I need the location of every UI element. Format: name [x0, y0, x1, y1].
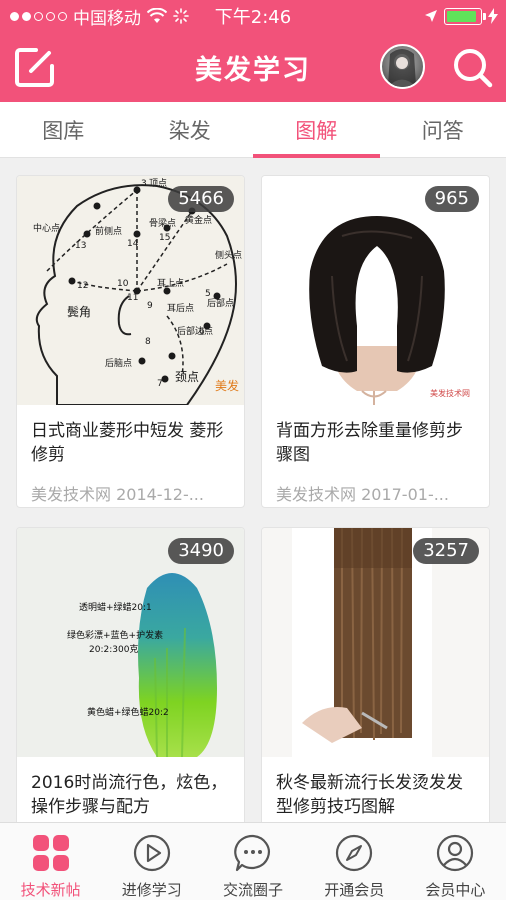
tab-gallery[interactable]: 图库: [0, 102, 127, 157]
view-count-badge: 5466: [168, 186, 234, 212]
carrier-label: 中国移动: [73, 8, 141, 29]
svg-text:耳上点: 耳上点: [157, 278, 184, 289]
svg-text:绿色彩漂+蓝色+护发素: 绿色彩漂+蓝色+护发素: [67, 629, 163, 641]
tab-hair-coloring[interactable]: 染发: [127, 102, 254, 157]
svg-text:中心点: 中心点: [33, 222, 60, 234]
svg-text:耳后点: 耳后点: [167, 303, 194, 314]
compass-icon: [336, 834, 373, 872]
svg-text:13: 13: [75, 241, 86, 251]
battery-icon: [444, 7, 486, 25]
nav-bar: 美发学习: [0, 32, 506, 102]
card-title: 背面方形去除重量修剪步骤图: [276, 421, 463, 465]
svg-text:侧头点: 侧头点: [215, 249, 242, 261]
svg-text:7: 7: [157, 379, 163, 389]
article-card[interactable]: 3257 秋冬最新流行长发烫发发型修剪技巧图解: [261, 527, 490, 822]
svg-text:黄金点: 黄金点: [185, 214, 212, 226]
chat-icon: [234, 834, 270, 872]
tab-qa[interactable]: 问答: [380, 102, 506, 157]
card-title: 秋冬最新流行长发烫发发型修剪技巧图解: [276, 773, 463, 817]
article-card[interactable]: 透明蜡+绿蜡20:1 绿色彩漂+蓝色+护发素 20:2:300克 黄色蜡+绿色蜡…: [16, 527, 245, 822]
category-tabs: 图库 染发 图解 问答: [0, 102, 506, 158]
svg-text:美发: 美发: [215, 378, 239, 393]
svg-text:骨梁点: 骨梁点: [149, 217, 176, 229]
article-card[interactable]: 3 顶点 中心点 13 黄金点 前侧点 14 骨梁点 15 侧头点 12 10 …: [16, 175, 245, 508]
svg-text:顶点: 顶点: [149, 178, 167, 189]
view-count-badge: 3490: [168, 538, 234, 564]
play-icon: [133, 834, 170, 872]
card-meta: 美发技术网 2014-12-...: [31, 485, 204, 504]
user-icon: [437, 834, 474, 872]
svg-text:10: 10: [117, 279, 129, 289]
svg-text:黄色蜡+绿色蜡20:2: 黄色蜡+绿色蜡20:2: [87, 706, 169, 718]
wifi-icon: [147, 8, 167, 23]
card-image: 美发技术网 965: [262, 176, 489, 405]
search-icon[interactable]: [451, 46, 493, 88]
article-card[interactable]: 美发技术网 965 背面方形去除重量修剪步骤图 美发技术网 2017-01-..…: [261, 175, 490, 508]
status-bar: 中国移动 下午2:46: [0, 0, 506, 32]
tab-illustrations[interactable]: 图解: [253, 102, 380, 158]
grid-icon: [32, 835, 69, 871]
avatar[interactable]: [380, 44, 425, 89]
status-left: 中国移动: [10, 4, 189, 29]
tabbar-label: 开通会员: [324, 881, 385, 899]
card-image: 3 顶点 中心点 13 黄金点 前侧点 14 骨梁点 15 侧头点 12 10 …: [17, 176, 244, 405]
status-time: 下午2:46: [214, 7, 292, 28]
tabbar-item-member-center[interactable]: 会员中心: [405, 823, 506, 900]
charging-bolt-icon: [488, 8, 498, 24]
view-count-badge: 3257: [413, 538, 479, 564]
svg-text:14: 14: [127, 239, 139, 249]
svg-text:15: 15: [159, 233, 170, 243]
svg-text:后部点: 后部点: [207, 297, 234, 309]
svg-text:3: 3: [141, 179, 147, 189]
card-meta: 美发技术网 2017-01-...: [276, 485, 449, 504]
svg-text:透明蜡+绿蜡20:1: 透明蜡+绿蜡20:1: [79, 601, 152, 613]
compose-icon[interactable]: [14, 46, 56, 88]
article-grid: 3 顶点 中心点 13 黄金点 前侧点 14 骨梁点 15 侧头点 12 10 …: [0, 158, 506, 822]
signal-strength-icon: [10, 11, 67, 21]
tabbar-label: 交流圈子: [223, 881, 284, 899]
page-title: 美发学习: [195, 54, 311, 86]
svg-text:11: 11: [127, 293, 138, 303]
svg-text:鬓角: 鬓角: [67, 304, 91, 319]
loading-spinner-icon: [173, 8, 189, 24]
location-arrow-icon: [425, 10, 437, 22]
bottom-tab-bar: 技术新帖 进修学习 交流圈子 开通会员 会员中心: [0, 822, 506, 900]
tabbar-label: 进修学习: [121, 881, 182, 899]
svg-text:颈点: 颈点: [175, 370, 199, 384]
svg-text:9: 9: [147, 301, 153, 311]
card-image: 3257: [262, 528, 489, 757]
tabbar-item-community[interactable]: 交流圈子: [202, 823, 303, 900]
view-count-badge: 965: [424, 186, 479, 212]
card-title: 日式商业菱形中短发 菱形修剪: [31, 421, 224, 465]
tabbar-label: 技术新帖: [20, 881, 81, 899]
card-image: 透明蜡+绿蜡20:1 绿色彩漂+蓝色+护发素 20:2:300克 黄色蜡+绿色蜡…: [17, 528, 244, 757]
svg-text:12: 12: [77, 281, 88, 291]
svg-text:后脑点: 后脑点: [105, 357, 132, 369]
tabbar-item-new-posts[interactable]: 技术新帖: [0, 823, 101, 900]
svg-text:前侧点: 前侧点: [95, 225, 122, 237]
svg-text:20:2:300克: 20:2:300克: [89, 644, 138, 655]
tabbar-item-study[interactable]: 进修学习: [101, 823, 202, 900]
svg-text:后部边点: 后部边点: [177, 325, 213, 337]
status-right: [424, 7, 498, 25]
card-title: 2016时尚流行色，炫色，操作步骤与配方: [31, 773, 228, 817]
svg-text:5: 5: [205, 289, 211, 299]
battery-fill: [447, 10, 476, 22]
svg-text:8: 8: [145, 337, 151, 347]
tabbar-item-membership[interactable]: 开通会员: [304, 823, 405, 900]
svg-text:美发技术网: 美发技术网: [430, 388, 470, 398]
tabbar-label: 会员中心: [425, 881, 486, 899]
